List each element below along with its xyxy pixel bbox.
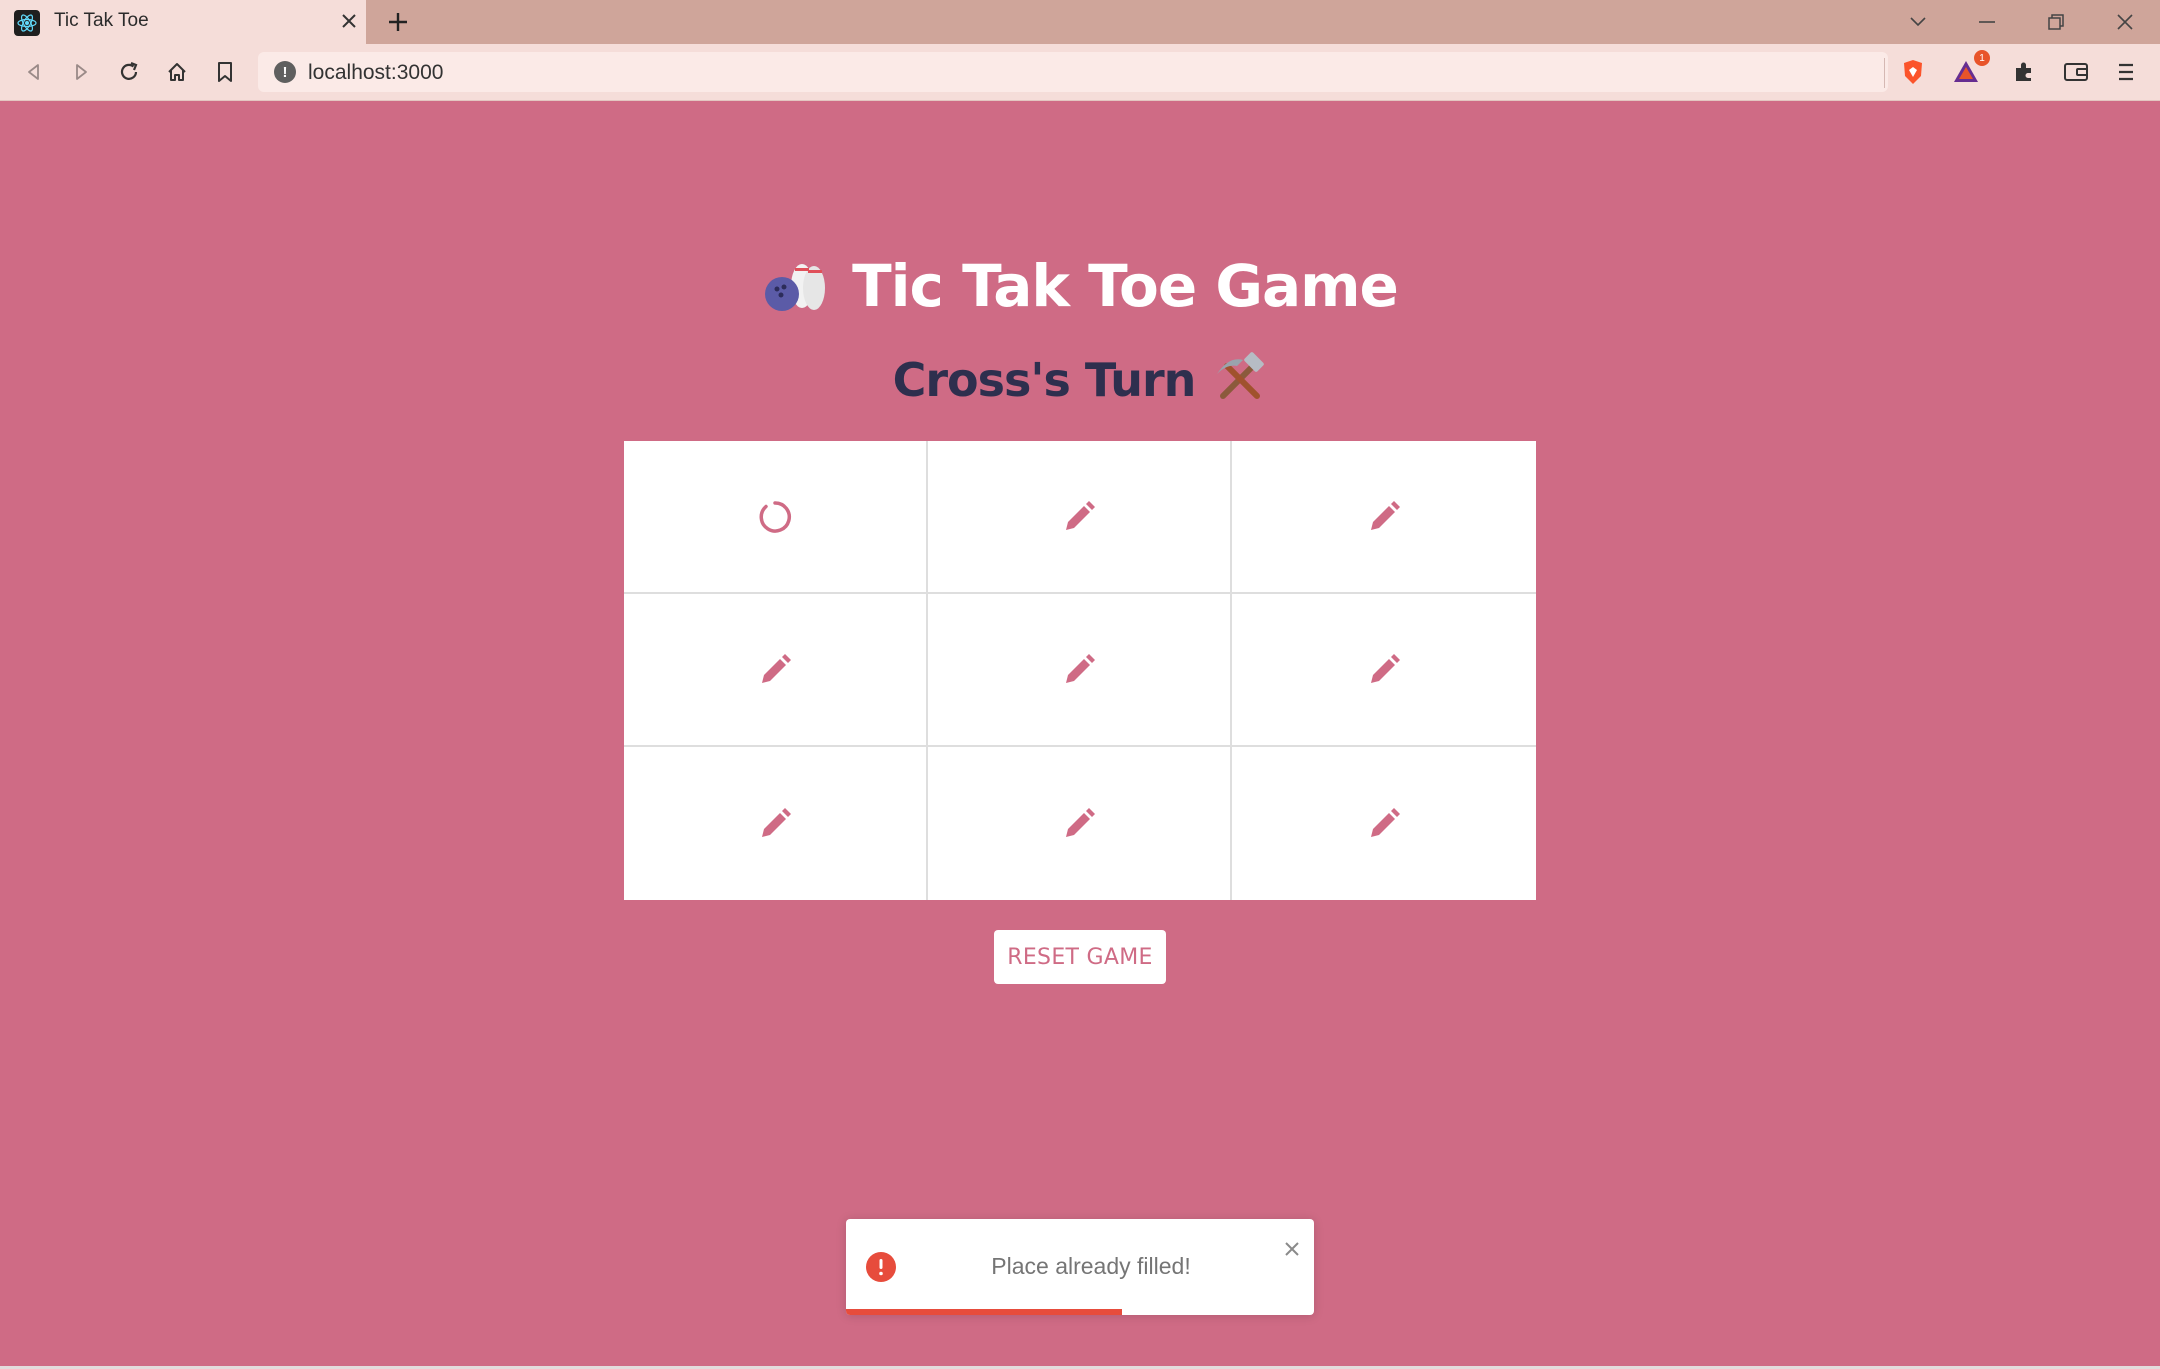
pencil-icon [1367, 500, 1401, 534]
pencil-icon [758, 653, 792, 687]
pencil-icon [1062, 653, 1096, 687]
tab-title: Tic Tak Toe [54, 10, 149, 31]
reset-game-button[interactable]: RESET GAME [994, 930, 1166, 984]
board-cell-8[interactable] [928, 747, 1232, 900]
tab-close-icon[interactable] [336, 8, 362, 34]
brave-shields-icon[interactable] [1895, 54, 1931, 90]
toast-message: Place already filled! [991, 1253, 1191, 1279]
board-cell-9[interactable] [1232, 747, 1536, 900]
url-text[interactable]: localhost:3000 [308, 61, 443, 85]
page-title: Tic Tak Toe Game [0, 252, 2160, 320]
board-cell-2[interactable] [928, 441, 1232, 594]
error-toast: Place already filled! [846, 1219, 1314, 1315]
pencil-icon [1367, 807, 1401, 841]
extensions-puzzle-icon[interactable] [2006, 54, 2042, 90]
menu-hamburger-icon[interactable] [2108, 54, 2144, 90]
new-tab-plus-icon[interactable] [384, 8, 412, 36]
board-cell-4[interactable] [624, 594, 928, 747]
board-cell-3[interactable] [1232, 441, 1536, 594]
turn-indicator: Cross's Turn [0, 352, 2160, 407]
bowling-icon [762, 254, 832, 314]
page-title-text: Tic Tak Toe Game [852, 252, 1399, 320]
toolbar-divider [1884, 58, 1885, 88]
back-icon[interactable] [16, 54, 52, 90]
board-cell-6[interactable] [1232, 594, 1536, 747]
restore-icon[interactable] [2036, 6, 2076, 38]
board-cell-7[interactable] [624, 747, 928, 900]
home-icon[interactable] [159, 54, 195, 90]
pencil-icon [758, 807, 792, 841]
browser-tab-strip: Tic Tak Toe [0, 0, 2160, 44]
error-icon [866, 1252, 896, 1282]
forward-icon[interactable] [63, 54, 99, 90]
toast-progress-bar [846, 1309, 1123, 1315]
close-window-icon[interactable] [2105, 6, 2145, 38]
browser-tab-active[interactable]: Tic Tak Toe [0, 0, 366, 44]
rewards-badge: 1 [1974, 50, 1990, 66]
turn-text: Cross's Turn [892, 353, 1197, 407]
tab-search-chevron-icon[interactable] [1898, 6, 1938, 38]
toast-close-icon[interactable] [1280, 1237, 1304, 1261]
address-bar[interactable]: ! localhost:3000 [258, 52, 1888, 92]
bookmark-icon[interactable] [207, 54, 243, 90]
brave-rewards-icon[interactable]: 1 [1948, 50, 1990, 90]
reload-icon[interactable] [111, 54, 147, 90]
circle-icon [758, 500, 792, 534]
hammer-and-pick-icon [1213, 352, 1267, 406]
board-cell-5[interactable] [928, 594, 1232, 747]
game-board [624, 441, 1536, 900]
board-cell-1[interactable] [624, 441, 928, 594]
minimize-icon[interactable] [1967, 6, 2007, 38]
pencil-icon [1367, 653, 1401, 687]
wallet-icon[interactable] [2058, 54, 2094, 90]
pencil-icon [1062, 500, 1096, 534]
react-favicon-icon [14, 10, 40, 36]
site-info-icon[interactable]: ! [274, 61, 296, 83]
pencil-icon [1062, 807, 1096, 841]
browser-toolbar: ! localhost:3000 1 [0, 44, 2160, 101]
